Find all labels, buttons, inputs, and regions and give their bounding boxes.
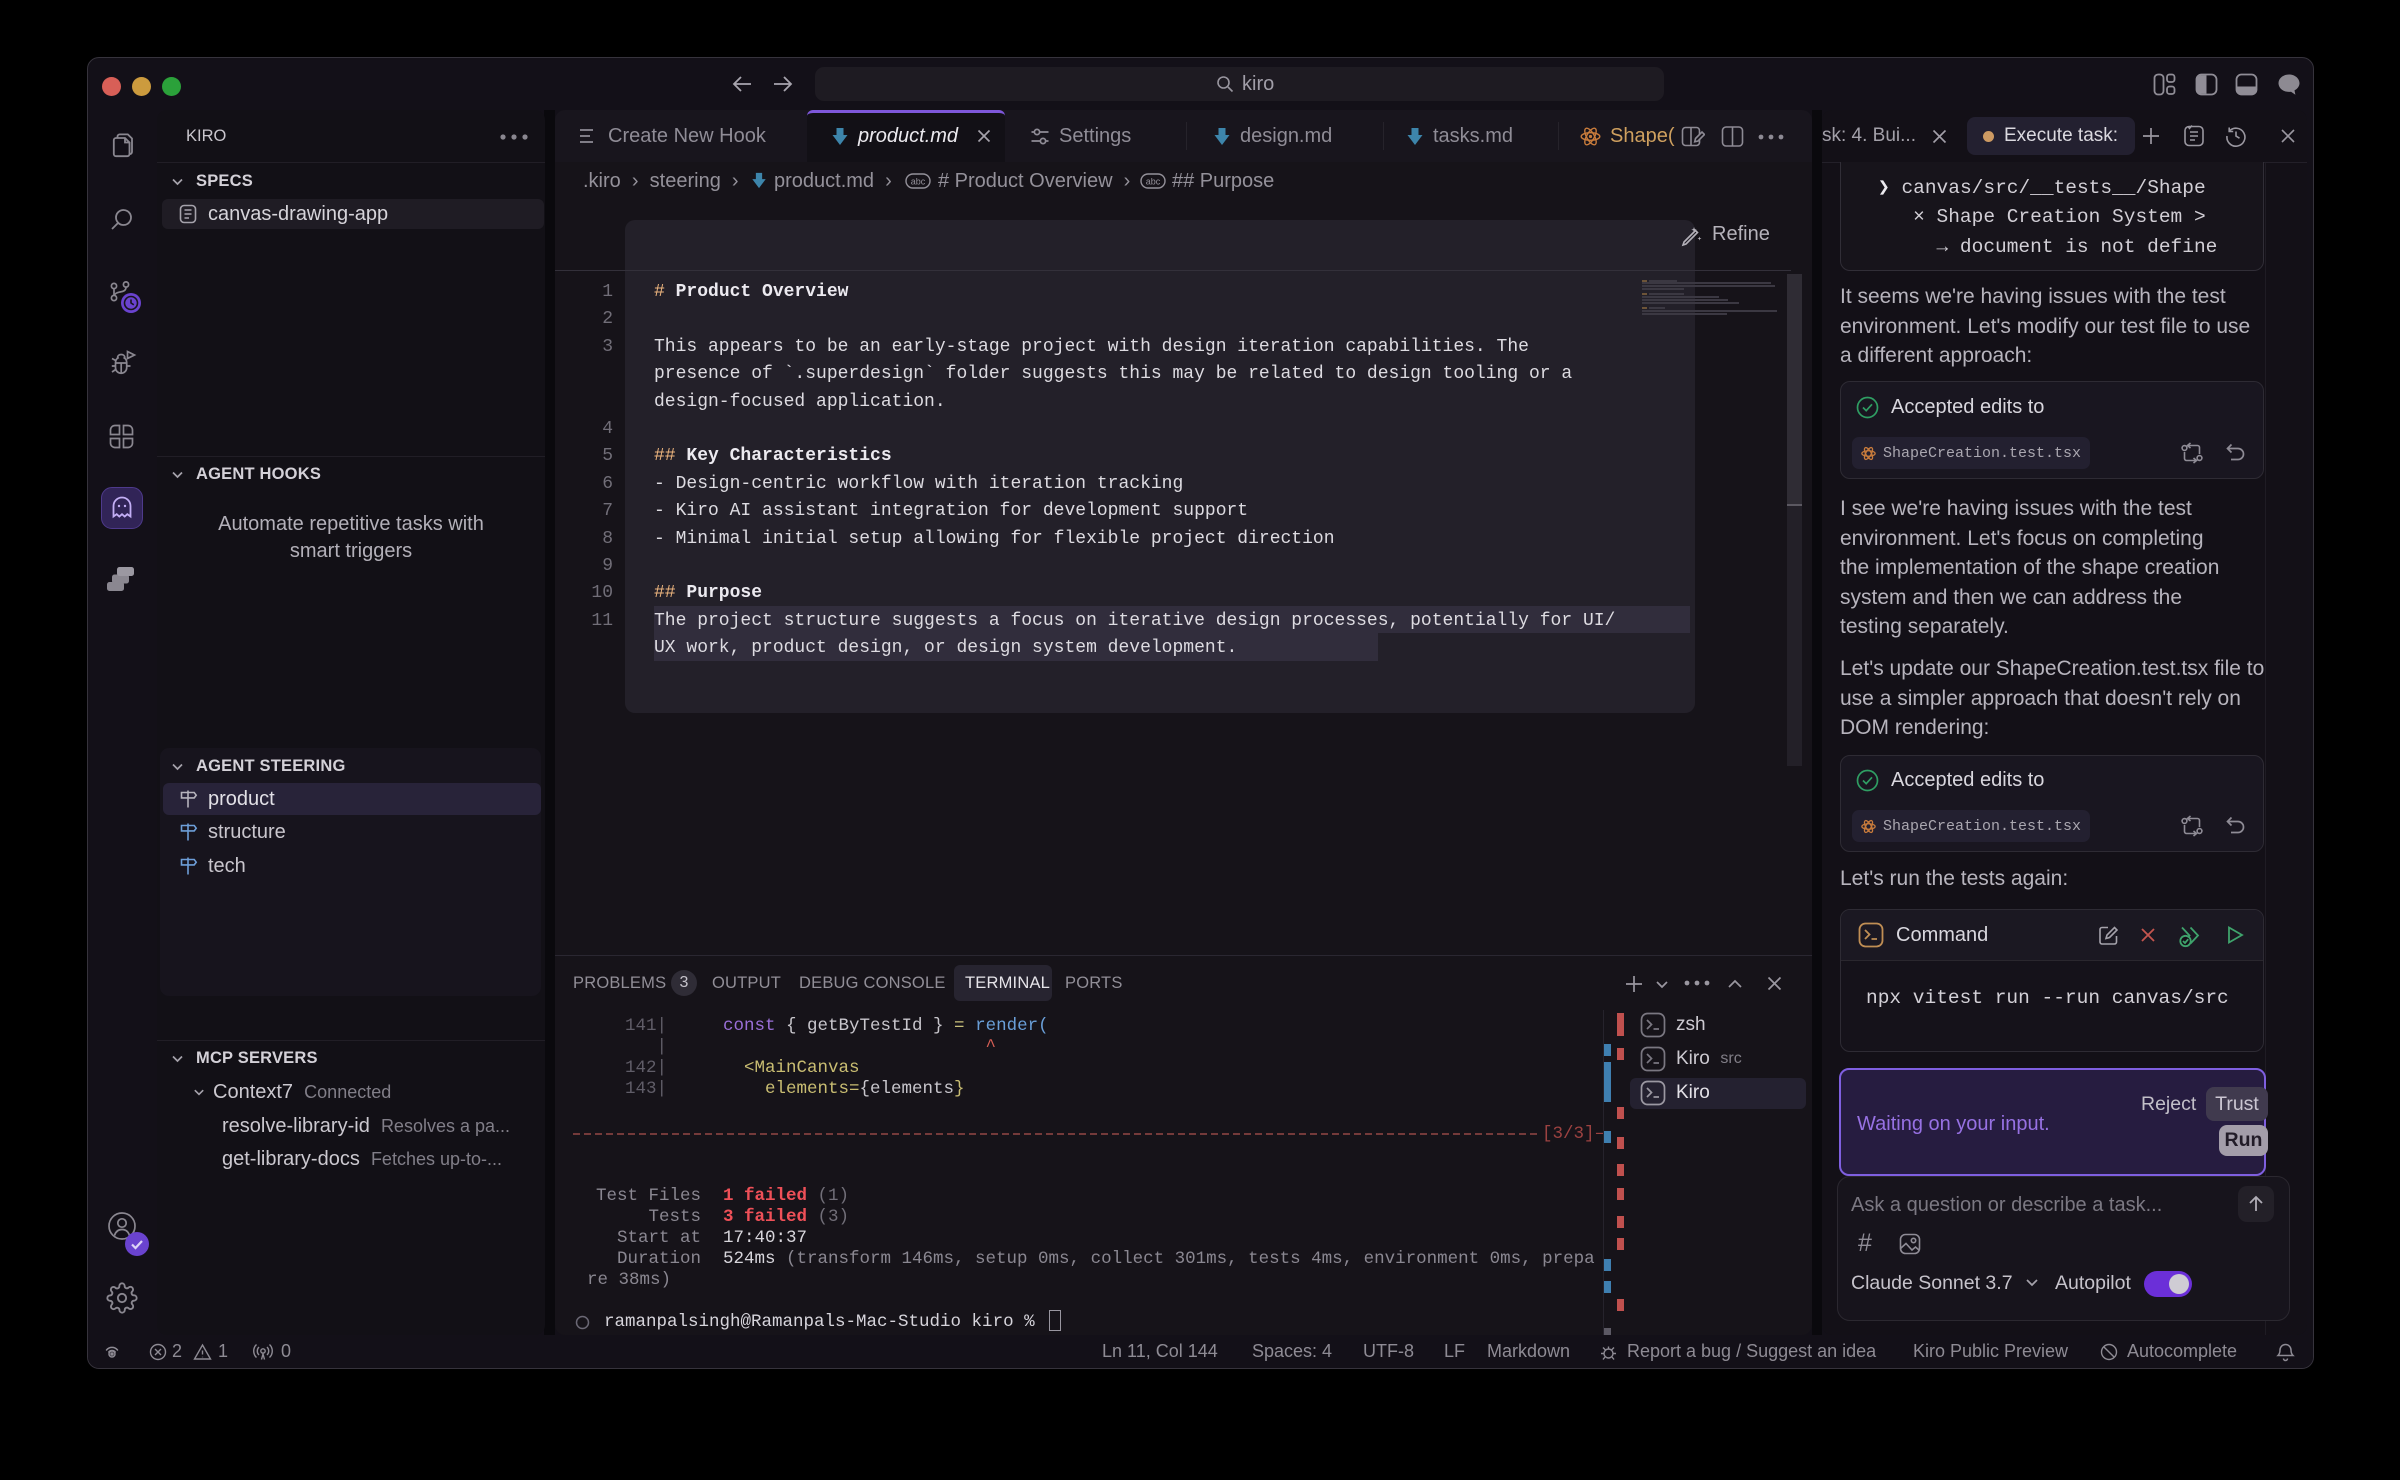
svg-text:abc: abc [1146,177,1161,187]
svg-text:abc: abc [911,177,926,187]
